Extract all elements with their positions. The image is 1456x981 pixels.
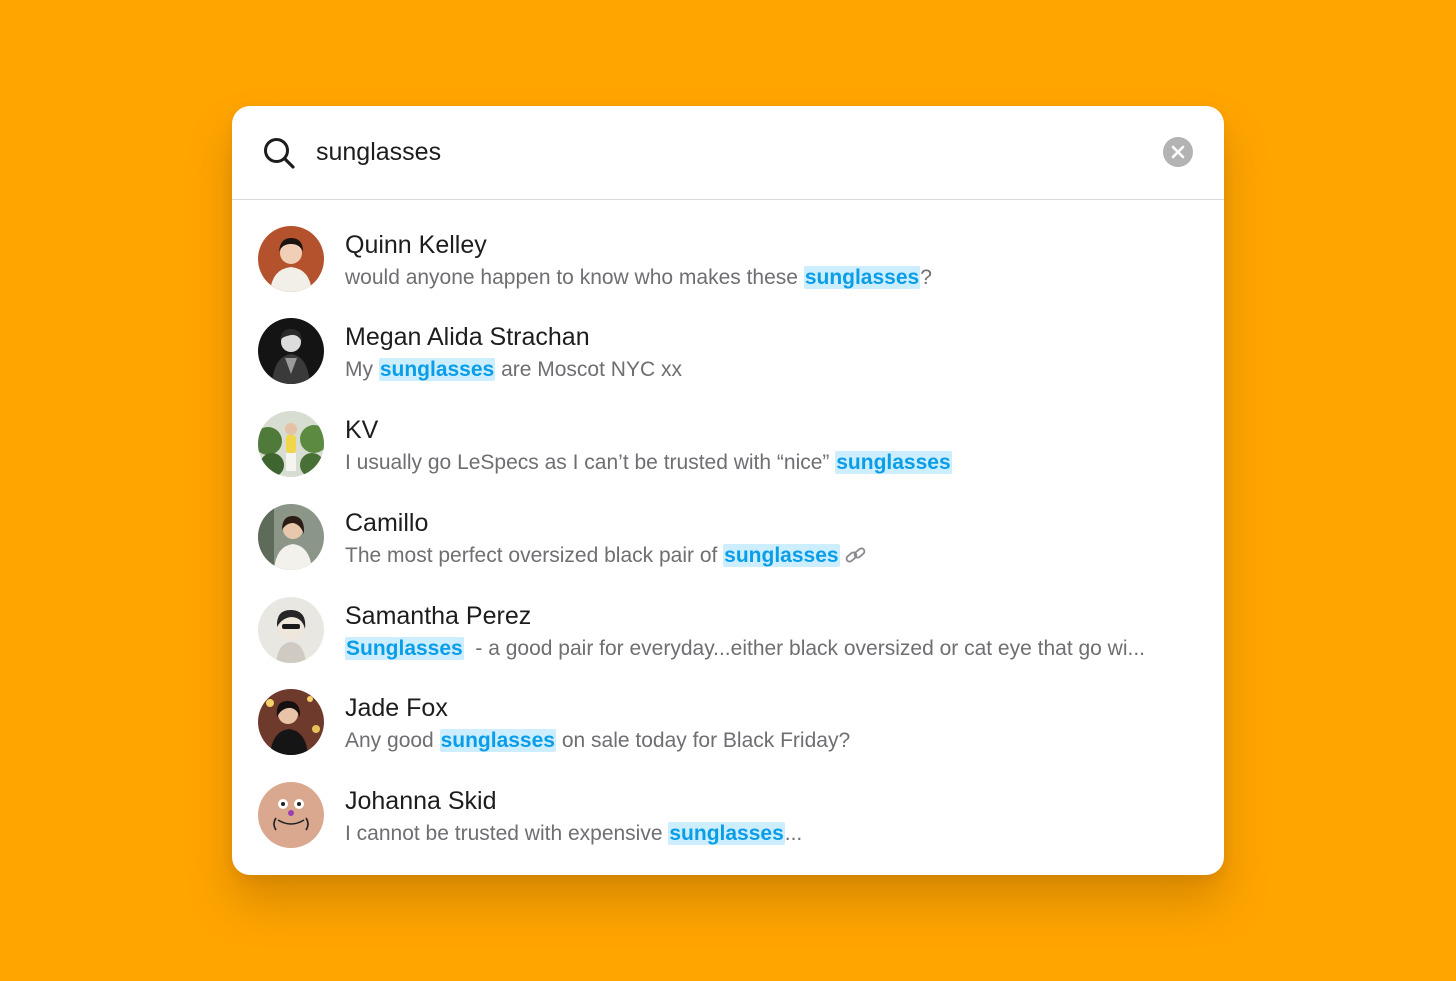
result-name: Camillo (345, 509, 429, 537)
result-item[interactable]: Samantha Perez Sunglasses - a good pair … (232, 584, 1224, 676)
search-match-highlight: sunglasses (668, 822, 785, 845)
search-bar (232, 106, 1224, 200)
result-name: Johanna Skid (345, 787, 497, 815)
search-input[interactable] (316, 132, 1136, 172)
result-name: Quinn Kelley (345, 231, 487, 259)
result-snippet: Sunglasses - a good pair for everyday...… (345, 637, 1205, 661)
snippet-text: ? (920, 266, 932, 289)
search-panel: Quinn Kelley would anyone happen to know… (232, 106, 1224, 875)
search-icon (262, 136, 296, 170)
close-icon (1171, 145, 1185, 159)
search-match-highlight: sunglasses (835, 451, 952, 474)
search-match-highlight: sunglasses (439, 729, 556, 752)
result-snippet: I usually go LeSpecs as I can’t be trust… (345, 451, 1205, 475)
clear-search-button[interactable] (1163, 137, 1193, 167)
result-snippet: I cannot be trusted with expensive sungl… (345, 822, 1205, 846)
result-snippet: The most perfect oversized black pair of… (345, 544, 1205, 568)
snippet-text: Any good (345, 729, 440, 752)
result-name: Jade Fox (345, 694, 448, 722)
avatar (258, 597, 324, 663)
avatar (258, 226, 324, 292)
snippet-text: I cannot be trusted with expensive (345, 822, 669, 845)
search-match-highlight: sunglasses (723, 544, 840, 567)
avatar (258, 782, 324, 848)
result-item[interactable]: Jade Fox Any good sunglasses on sale tod… (232, 676, 1224, 768)
result-snippet: would anyone happen to know who makes th… (345, 266, 1205, 290)
result-snippet: Any good sunglasses on sale today for Bl… (345, 729, 1205, 753)
snippet-text: ... (784, 822, 803, 845)
avatar (258, 318, 324, 384)
snippet-text: - a good pair for everyday...either blac… (463, 637, 1146, 660)
avatar (258, 689, 324, 755)
snippet-text: The most perfect oversized black pair of (345, 544, 724, 567)
search-match-highlight: Sunglasses (345, 637, 464, 660)
result-item[interactable]: Quinn Kelley would anyone happen to know… (232, 213, 1224, 305)
result-name: Megan Alida Strachan (345, 323, 590, 351)
snippet-text: I usually go LeSpecs as I can’t be trust… (345, 451, 836, 474)
result-item[interactable]: Megan Alida Strachan My sunglasses are M… (232, 305, 1224, 397)
snippet-text: are Moscot NYC xx (495, 358, 682, 381)
search-match-highlight: sunglasses (378, 358, 496, 381)
result-name: KV (345, 416, 379, 444)
snippet-text: My (345, 358, 379, 381)
result-snippet: My sunglasses are Moscot NYC xx (345, 358, 1205, 382)
result-name: Samantha Perez (345, 602, 532, 630)
snippet-text: on sale today for Black Friday? (555, 729, 851, 752)
result-item[interactable]: Johanna Skid I cannot be trusted with ex… (232, 769, 1224, 861)
avatar (258, 504, 324, 570)
result-item[interactable]: Camillo The most perfect oversized black… (232, 491, 1224, 583)
link-icon (844, 544, 868, 568)
search-match-highlight: sunglasses (803, 266, 921, 289)
snippet-text: would anyone happen to know who makes th… (345, 266, 804, 289)
result-item[interactable]: KV I usually go LeSpecs as I can’t be tr… (232, 398, 1224, 490)
avatar (258, 411, 324, 477)
